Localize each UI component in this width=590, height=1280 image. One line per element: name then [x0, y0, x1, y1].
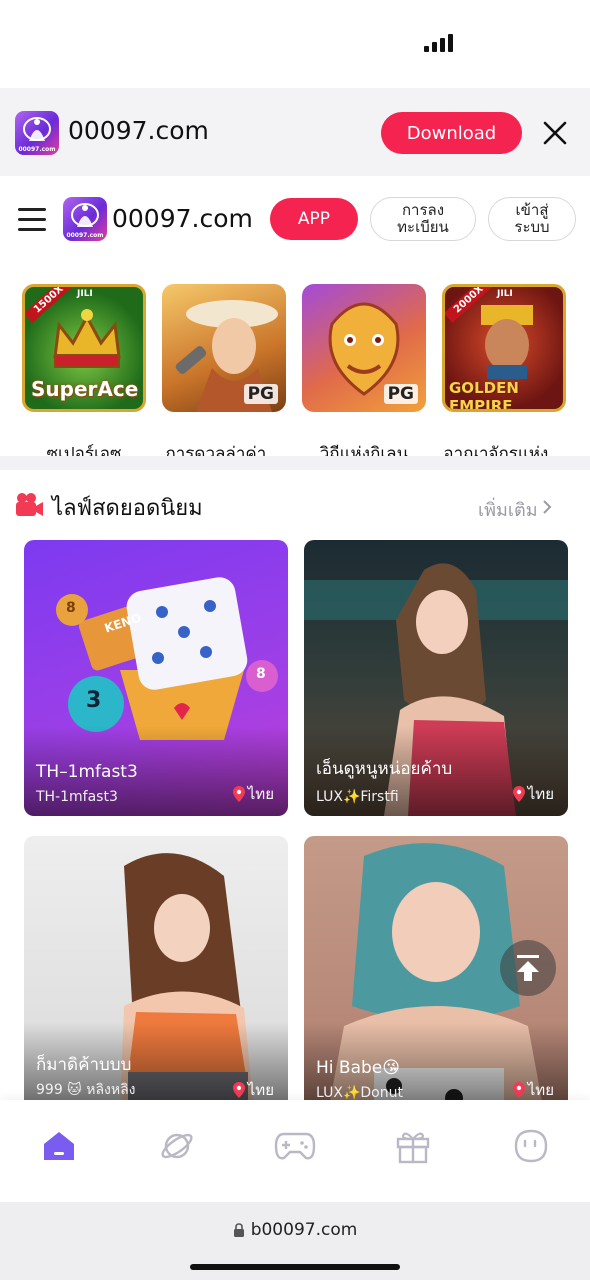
- game-thumbnail[interactable]: PG: [302, 284, 426, 412]
- section-divider: [0, 456, 590, 470]
- location-tag: ไทย: [512, 782, 554, 806]
- streamer-subtitle: LUX✨Firstfi: [316, 789, 399, 805]
- location-tag: ไทย: [232, 782, 274, 806]
- game-thumbnail[interactable]: PG: [162, 284, 286, 412]
- gift-icon[interactable]: [391, 1124, 435, 1168]
- streamer-name: ก็มาดิค้าบบบ: [36, 1055, 132, 1075]
- signal-icon: [424, 34, 453, 52]
- location-tag: ไทย: [232, 1078, 274, 1100]
- header-logo[interactable]: 00097.com: [63, 197, 107, 241]
- logo-caption: 00097.com: [18, 146, 56, 153]
- streamer-name: เอ็นดูหนูหน่อยค้าบ: [316, 759, 453, 779]
- logo-caption: 00097.com: [66, 232, 104, 239]
- bottom-tab-bar: [0, 1100, 590, 1202]
- browser-url-bar: b00097.com: [0, 1202, 590, 1280]
- site-header: 00097.com 00097.com APP การลง ทะเบียน เข…: [0, 176, 590, 264]
- section-header: ไลฟ์สดยอดนิยม: [14, 492, 203, 522]
- streamer-subtitle: TH-1mfast3: [36, 789, 118, 805]
- live-card[interactable]: เอ็นดูหนูหน่อยค้าบ LUX✨Firstfi ไทย: [304, 540, 568, 816]
- ball-number: 3: [86, 688, 102, 713]
- site-title[interactable]: 00097.com: [112, 204, 253, 233]
- location-label: ไทย: [527, 785, 554, 803]
- provider-tag: JILI: [497, 289, 513, 299]
- location-pin-icon: [232, 786, 245, 802]
- provider-tag: JILI: [77, 289, 93, 299]
- gamepad-icon[interactable]: [273, 1124, 317, 1168]
- register-button[interactable]: การลง ทะเบียน: [370, 197, 476, 241]
- more-link[interactable]: เพิ่มเติม: [478, 495, 552, 524]
- location-pin-icon: [512, 786, 525, 802]
- game-thumbnail[interactable]: SuperAce 1500X JILI: [22, 284, 146, 412]
- home-icon[interactable]: [37, 1124, 81, 1168]
- planet-icon[interactable]: [155, 1124, 199, 1168]
- ball-number: 8: [66, 600, 76, 616]
- game-thumbnail[interactable]: GOLDEN EMPIRE 2000X JILI: [442, 284, 566, 412]
- chevron-right-icon: [542, 499, 552, 520]
- streamer-name: TH–1mfast3: [36, 762, 138, 782]
- game-thumb-title: GOLDEN EMPIRE: [449, 379, 519, 412]
- ball-number: 8: [256, 666, 266, 682]
- lock-icon: [233, 1223, 244, 1237]
- location-pin-icon: [512, 1082, 525, 1098]
- game-thumb-title: SuperAce: [31, 377, 139, 401]
- provider-tag: PG: [383, 384, 418, 404]
- video-camera-icon: [14, 492, 44, 522]
- streamer-name: Hi Babe😘: [316, 1058, 400, 1078]
- live-section: ไลฟ์สดยอดนิยม เพิ่มเติม KENO 3 8 8 TH–1m…: [0, 470, 590, 1100]
- location-label: ไทย: [247, 1081, 274, 1099]
- site-logo: 00097.com: [15, 111, 59, 155]
- more-label: เพิ่มเติม: [478, 500, 538, 521]
- banner-title: 00097.com: [68, 116, 209, 145]
- arrow-up-to-line-icon[interactable]: [500, 940, 556, 996]
- game-list: SuperAce 1500X JILI ซูเปอร์เอซ PG การดวล…: [0, 264, 590, 464]
- live-card[interactable]: ก็มาดิค้าบบบ 999 🐱 หลิงหลิง ไทย: [24, 836, 288, 1100]
- download-button[interactable]: Download: [381, 112, 522, 154]
- status-bar: [0, 0, 590, 88]
- close-icon[interactable]: [540, 118, 570, 148]
- section-title: ไลฟ์สดยอดนิยม: [52, 495, 203, 521]
- location-pin-icon: [232, 1082, 245, 1098]
- address-field[interactable]: b00097.com: [0, 1220, 590, 1240]
- streamer-subtitle: 999 🐱 หลิงหลิง: [36, 1082, 136, 1098]
- smiley-icon[interactable]: [509, 1124, 553, 1168]
- location-label: ไทย: [247, 785, 274, 803]
- home-indicator[interactable]: [190, 1264, 400, 1270]
- live-card[interactable]: KENO 3 8 8 TH–1mfast3 TH-1mfast3 ไทย: [24, 540, 288, 816]
- streamer-subtitle: LUX✨Donut: [316, 1085, 403, 1100]
- hamburger-icon[interactable]: [18, 208, 46, 232]
- location-tag: ไทย: [512, 1078, 554, 1100]
- app-button[interactable]: APP: [270, 198, 358, 240]
- app-download-banner: 00097.com 00097.com Download: [0, 88, 590, 176]
- location-label: ไทย: [527, 1081, 554, 1099]
- login-button[interactable]: เข้าสู่ ระบบ: [488, 197, 576, 241]
- provider-tag: PG: [243, 384, 278, 404]
- url-text: b00097.com: [250, 1220, 358, 1240]
